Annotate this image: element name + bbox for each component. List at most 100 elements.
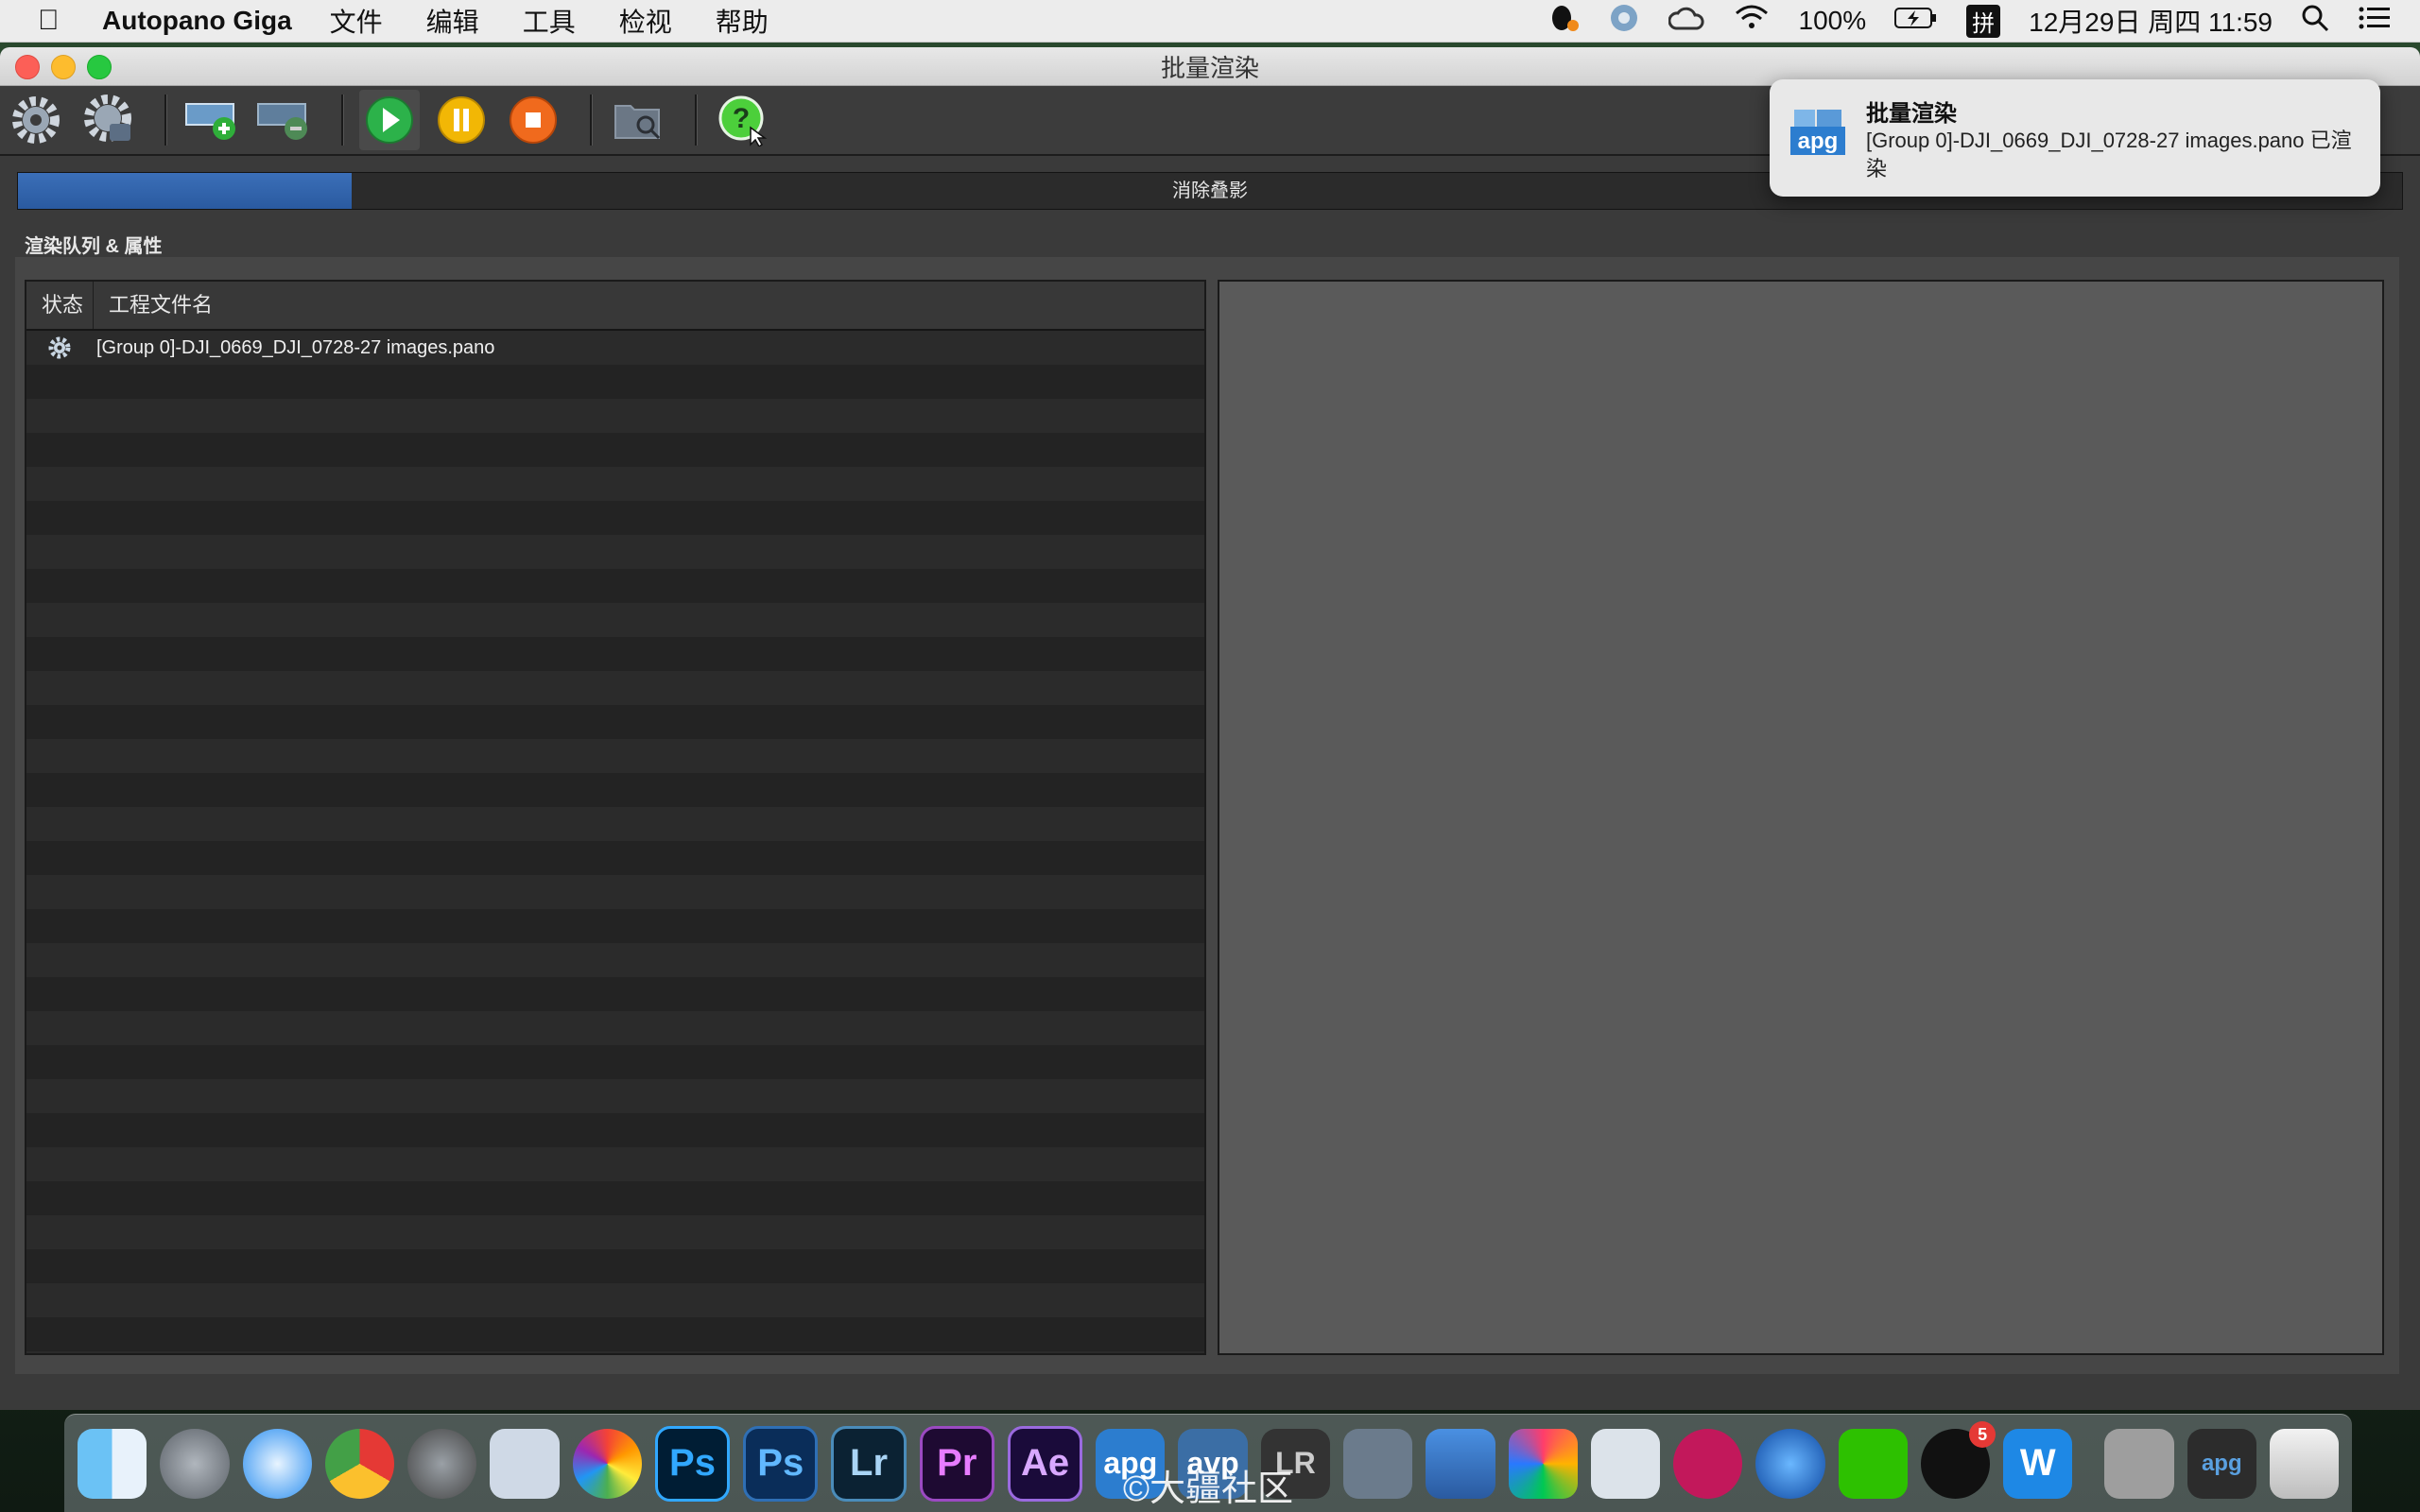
dock-word-icon[interactable]: W — [2003, 1428, 2073, 1499]
pause-icon — [438, 96, 485, 144]
empty-table-row — [26, 1079, 1204, 1113]
empty-table-row — [26, 467, 1204, 501]
zoom-window-button[interactable] — [87, 55, 112, 79]
notification-body: [Group 0]-DJI_0669_DJI_0728-27 images.pa… — [1866, 129, 2352, 180]
menu-view[interactable]: 检视 — [619, 2, 672, 40]
notification-center-icon[interactable] — [2358, 5, 2392, 38]
empty-table-row — [26, 365, 1204, 399]
empty-table-row — [26, 637, 1204, 671]
render-settings-icon — [84, 94, 131, 142]
dock-chrome-icon[interactable] — [324, 1428, 395, 1499]
toolbar-separator — [590, 94, 593, 146]
settings-button[interactable] — [6, 90, 66, 150]
dock-archive-icon[interactable] — [2104, 1428, 2174, 1499]
battery-icon[interactable] — [1894, 6, 1938, 36]
dock-photoshop-icon[interactable]: Ps — [654, 1425, 731, 1502]
empty-table-row — [26, 943, 1204, 977]
column-header-filename[interactable]: 工程文件名 — [94, 282, 213, 329]
battery-percentage[interactable]: 100% — [1799, 6, 1867, 36]
table-row[interactable]: [Group 0]-DJI_0669_DJI_0728-27 images.pa… — [26, 331, 1204, 365]
toolbar-separator — [341, 94, 344, 146]
empty-table-row — [26, 841, 1204, 875]
play-button[interactable] — [359, 90, 420, 150]
dock-final-cut-pro-icon[interactable] — [1508, 1428, 1578, 1499]
render-complete-notification[interactable]: apg 批量渲染 [Group 0]-DJI_0669_DJI_0728-27 … — [1770, 79, 2380, 197]
qq-status-icon[interactable] — [1547, 2, 1580, 41]
dock-quicktime-icon[interactable] — [1755, 1428, 1825, 1499]
table-body: [Group 0]-DJI_0669_DJI_0728-27 images.pa… — [26, 331, 1204, 1353]
dock-lightroom-icon[interactable]: Lr — [831, 1425, 907, 1502]
table-header: 状态 工程文件名 — [26, 282, 1204, 331]
autopano-app-icon: apg — [1789, 108, 1847, 164]
dock-after-effects-icon[interactable]: Ae — [1007, 1425, 1083, 1502]
notification-title: 批量渲染 — [1866, 101, 1957, 127]
empty-table-row — [26, 1113, 1204, 1147]
spotlight-search-icon[interactable] — [2301, 4, 2329, 39]
empty-table-row — [26, 1351, 1204, 1353]
dock-photo-app-icon[interactable] — [1342, 1428, 1413, 1499]
menu-bar:  Autopano Giga 文件 编辑 工具 检视 帮助 100% 拼 12… — [0, 0, 2420, 43]
dock-keynote-icon[interactable] — [1426, 1428, 1495, 1499]
browse-folder-button[interactable] — [608, 90, 668, 150]
help-icon: ? — [718, 95, 768, 146]
close-window-button[interactable] — [15, 55, 40, 79]
column-header-status[interactable]: 状态 — [26, 282, 94, 329]
render-queue-table: 状态 工程文件名 [Group 0]-DJI_0669_DJI_0728-27 … — [25, 280, 1206, 1355]
remove-item-button[interactable] — [254, 90, 315, 150]
clock[interactable]: 12月29日 周四 11:59 — [2029, 2, 2273, 40]
add-item-icon — [185, 103, 235, 140]
dock-wechat-icon[interactable] — [1838, 1428, 1908, 1499]
menu-tools[interactable]: 工具 — [523, 2, 576, 40]
empty-table-row — [26, 399, 1204, 433]
empty-table-row — [26, 501, 1204, 535]
dock-photos-icon[interactable] — [572, 1428, 642, 1499]
qq-badge: 5 — [1969, 1420, 1996, 1448]
empty-table-row — [26, 1283, 1204, 1317]
dock-launchpad-icon[interactable] — [160, 1428, 230, 1499]
stop-button[interactable] — [503, 90, 563, 150]
dock-compressor-icon[interactable] — [1590, 1428, 1661, 1499]
toolbar-separator — [695, 94, 698, 146]
dock-finder-icon[interactable] — [78, 1428, 147, 1499]
empty-table-row — [26, 1181, 1204, 1215]
empty-table-row — [26, 1249, 1204, 1283]
play-icon — [366, 96, 413, 144]
render-settings-button[interactable] — [78, 90, 138, 150]
empty-table-row — [26, 1215, 1204, 1249]
apple-menu-icon[interactable]:  — [38, 5, 70, 37]
empty-table-row — [26, 1147, 1204, 1181]
app-menu[interactable]: Autopano Giga — [102, 6, 292, 36]
render-queue-section-label: 渲染队列 & 属性 — [25, 236, 163, 257]
dock-trash-icon[interactable] — [2269, 1428, 2340, 1499]
dock-apg-document-icon[interactable]: apg — [2187, 1428, 2256, 1499]
add-item-button[interactable] — [182, 90, 243, 150]
window-title: 批量渲染 — [1160, 53, 1259, 82]
minimize-window-button[interactable] — [51, 55, 76, 79]
empty-table-row — [26, 1045, 1204, 1079]
menu-file[interactable]: 文件 — [330, 2, 383, 40]
empty-table-row — [26, 807, 1204, 841]
dock-davinci-resolve-icon[interactable] — [1673, 1428, 1743, 1499]
wifi-icon[interactable] — [1733, 4, 1771, 39]
dock-system-preferences-icon[interactable] — [407, 1428, 477, 1499]
pause-button[interactable] — [431, 90, 492, 150]
empty-table-row — [26, 705, 1204, 739]
input-method-indicator[interactable]: 拼 — [1966, 4, 2001, 38]
dock-qq-icon[interactable]: 5 — [1920, 1420, 1996, 1499]
menu-help[interactable]: 帮助 — [716, 2, 769, 40]
gear-icon — [26, 335, 93, 360]
empty-table-row — [26, 1317, 1204, 1351]
dock-safari-icon[interactable] — [242, 1428, 312, 1499]
help-button[interactable]: ? — [713, 90, 773, 150]
empty-table-row — [26, 535, 1204, 569]
menu-edit[interactable]: 编辑 — [426, 2, 479, 40]
creative-cloud-icon[interactable] — [1667, 4, 1704, 39]
dock-preview-icon[interactable] — [490, 1428, 560, 1499]
settings-icon — [12, 96, 60, 144]
browse-folder-icon — [614, 105, 661, 140]
system-gear-status-icon[interactable] — [1608, 2, 1640, 41]
dock-photoshop-icon[interactable]: Ps — [743, 1425, 819, 1502]
remove-item-icon — [257, 103, 307, 140]
dock-premiere-icon[interactable]: Pr — [919, 1425, 994, 1502]
empty-table-row — [26, 773, 1204, 807]
